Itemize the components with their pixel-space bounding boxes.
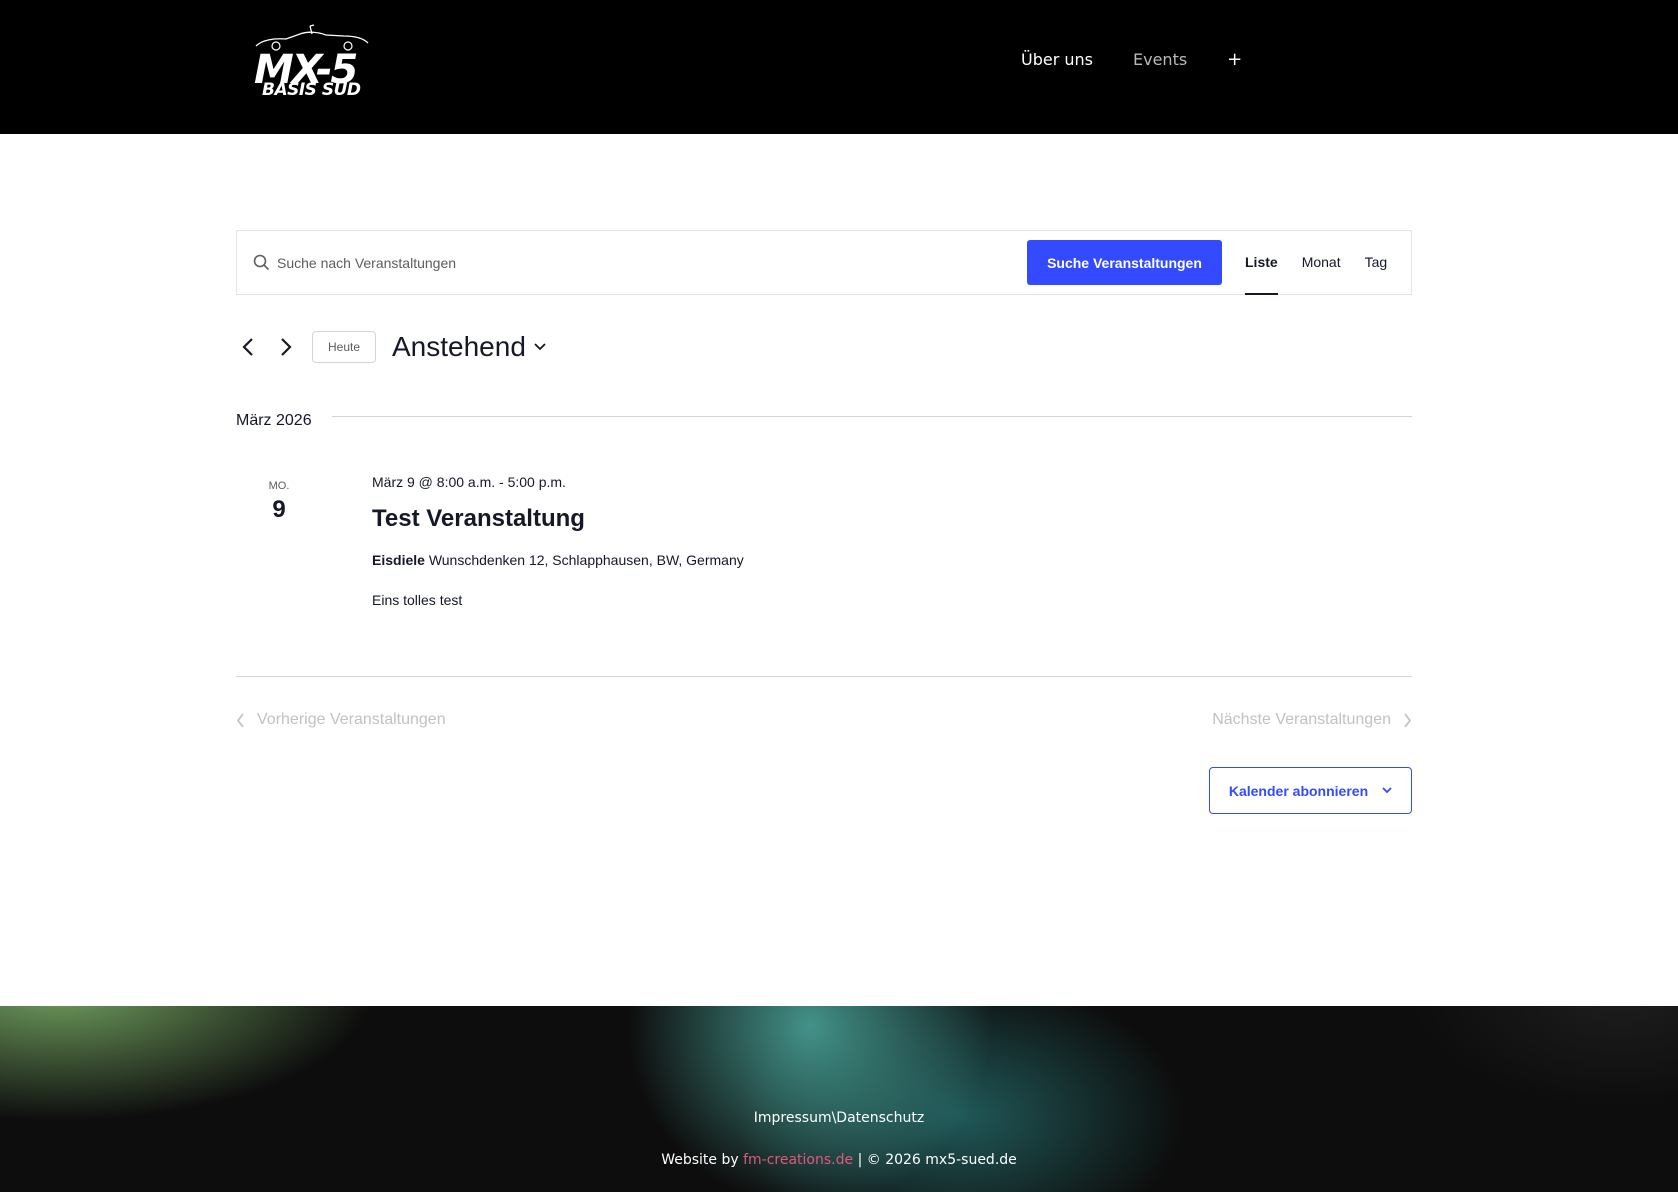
chevron-down-icon: [534, 343, 546, 351]
event-search-input[interactable]: [277, 243, 977, 283]
today-button[interactable]: Heute: [312, 331, 376, 363]
event-datetime: März 9 @ 8:00 a.m. - 5:00 p.m.: [372, 474, 566, 490]
next-arrow-icon[interactable]: [274, 335, 298, 359]
event-venue-address: Wunschdenken 12, Schlapphausen, BW, Germ…: [428, 552, 744, 568]
previous-events-label: Vorherige Veranstaltungen: [257, 711, 446, 728]
credit-suffix: | © 2026 mx5-sued.de: [853, 1152, 1017, 1168]
event-description: Eins tolles test: [372, 592, 463, 608]
events-search-bar: Suche Veranstaltungen Liste Monat Tag: [236, 230, 1412, 295]
footer-legal-link[interactable]: Impressum\Datenschutz: [0, 1110, 1678, 1126]
chevron-left-icon: [236, 712, 244, 728]
prev-arrow-icon[interactable]: [236, 335, 260, 359]
nav-expand-button[interactable]: +: [1227, 48, 1242, 72]
date-navigation: Heute Anstehend: [236, 330, 546, 364]
site-header: MX-5 BASIS SÜD Über uns Events +: [0, 0, 1678, 134]
event-details: März 9 @ 8:00 a.m. - 5:00 p.m. Test Vera…: [372, 470, 744, 610]
next-events-label: Nächste Veranstaltungen: [1212, 711, 1391, 728]
main-nav: Über uns Events +: [1021, 48, 1242, 72]
site-logo[interactable]: MX-5 BASIS SÜD: [250, 22, 380, 102]
view-tab-month[interactable]: Monat: [1302, 231, 1341, 294]
subscribe-calendar-button[interactable]: Kalender abonnieren: [1209, 767, 1412, 814]
logo-text-sub: BASIS SÜD: [262, 80, 361, 100]
credit-link[interactable]: fm-creations.de: [743, 1152, 853, 1168]
event-date-tag: MO. 9: [236, 480, 322, 524]
view-tab-day[interactable]: Tag: [1365, 231, 1388, 294]
month-separator: März 2026: [236, 410, 1412, 430]
site-footer: Impressum\Datenschutz Website by fm-crea…: [0, 1006, 1678, 1192]
month-divider: [332, 416, 1412, 417]
chevron-right-icon: [1404, 712, 1412, 728]
date-range-label: Anstehend: [392, 331, 526, 362]
event-venue: Eisdiele Wunschdenken 12, Schlapphausen,…: [372, 550, 744, 570]
footer-credit: Website by fm-creations.de | © 2026 mx5-…: [0, 1152, 1678, 1168]
event-venue-name: Eisdiele: [372, 552, 425, 568]
nav-link-about[interactable]: Über uns: [1021, 48, 1093, 72]
nav-link-events[interactable]: Events: [1133, 48, 1187, 72]
subscribe-calendar-label: Kalender abonnieren: [1228, 782, 1369, 799]
search-events-button[interactable]: Suche Veranstaltungen: [1027, 240, 1222, 285]
credit-prefix: Website by: [661, 1152, 744, 1168]
previous-events-link[interactable]: Vorherige Veranstaltungen: [236, 711, 446, 729]
chevron-down-icon: [1382, 787, 1392, 794]
event-title-link[interactable]: Test Veranstaltung: [372, 504, 744, 534]
month-label: März 2026: [236, 412, 312, 429]
event-weekday: MO.: [268, 480, 290, 492]
date-range-selector[interactable]: Anstehend: [392, 331, 546, 363]
search-icon: [253, 254, 270, 276]
list-divider: [236, 676, 1412, 677]
view-selector: Liste Monat Tag: [1245, 231, 1411, 295]
event-day-number: 9: [272, 496, 286, 523]
event-item: MO. 9 März 9 @ 8:00 a.m. - 5:00 p.m. Tes…: [236, 470, 1412, 640]
view-tab-list[interactable]: Liste: [1245, 231, 1278, 295]
next-events-link[interactable]: Nächste Veranstaltungen: [1212, 711, 1412, 729]
